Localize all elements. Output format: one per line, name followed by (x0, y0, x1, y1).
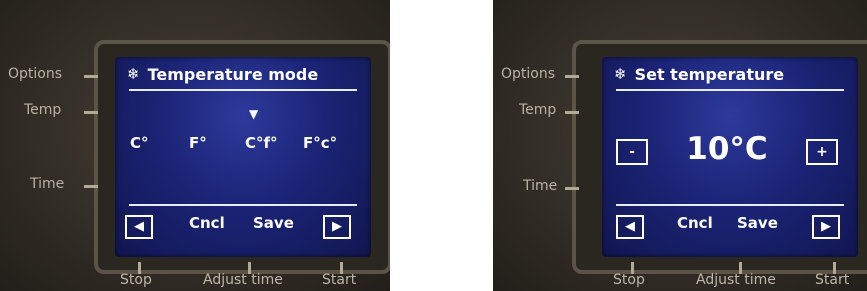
snowflake-icon: ❄ (614, 65, 627, 83)
adjust-time-label: Adjust time (696, 272, 776, 288)
cancel-button[interactable]: Cncl (677, 214, 713, 232)
decrease-button[interactable]: - (616, 139, 648, 165)
unit-option-celsius-fahrenheit[interactable]: C°f° (245, 134, 278, 152)
temperature-value: 10°C (686, 131, 768, 167)
nav-right-button[interactable]: ▶ (812, 215, 840, 239)
unit-option-fahrenheit[interactable]: F° (189, 134, 207, 152)
nav-left-button[interactable]: ◀ (616, 215, 644, 239)
nav-left-button[interactable]: ◀ (125, 215, 153, 239)
options-label: Options (501, 66, 556, 82)
snowflake-icon: ❄ (127, 65, 140, 83)
temp-label: Temp (519, 102, 557, 118)
screen-title: Set temperature (634, 64, 785, 84)
unit-option-celsius[interactable]: C° (130, 134, 149, 152)
time-tick (84, 185, 98, 188)
photo-set-temperature: Options Temp Time Stop Adjust time Start… (493, 0, 867, 291)
lcd-screen: ❄ Set temperature - 10°C + ◀ Cncl Save ▶ (602, 57, 858, 257)
save-button[interactable]: Save (737, 214, 778, 232)
temp-tick (565, 111, 579, 114)
time-label: Time (523, 178, 558, 194)
footer-divider (129, 204, 357, 206)
screen-header: ❄ Temperature mode (127, 62, 359, 86)
unit-option-fahrenheit-celsius[interactable]: F°c° (303, 134, 337, 152)
time-label: Time (30, 176, 65, 192)
header-divider (129, 89, 357, 91)
stop-label: Stop (120, 272, 152, 288)
header-divider (616, 89, 844, 91)
nav-right-button[interactable]: ▶ (323, 215, 351, 239)
start-label: Start (322, 272, 357, 288)
cancel-button[interactable]: Cncl (189, 214, 225, 232)
options-label: Options (8, 66, 63, 82)
temp-tick (84, 111, 98, 114)
start-label: Start (815, 272, 850, 288)
time-tick (565, 187, 579, 190)
adjust-time-label: Adjust time (203, 272, 283, 288)
selection-marker-icon: ▼ (249, 107, 259, 121)
screen-header: ❄ Set temperature (614, 62, 846, 86)
temp-label: Temp (24, 102, 62, 118)
lcd-screen: ❄ Temperature mode ▼ C° F° C°f° F°c° ◀ C… (115, 57, 371, 257)
screen-title: Temperature mode (147, 64, 319, 84)
save-button[interactable]: Save (253, 214, 294, 232)
options-tick (565, 75, 579, 78)
footer-divider (616, 204, 844, 206)
photo-temperature-mode: Options Temp Time Stop Adjust time Start… (0, 0, 390, 291)
stop-label: Stop (613, 272, 645, 288)
increase-button[interactable]: + (806, 139, 838, 165)
options-tick (84, 75, 98, 78)
